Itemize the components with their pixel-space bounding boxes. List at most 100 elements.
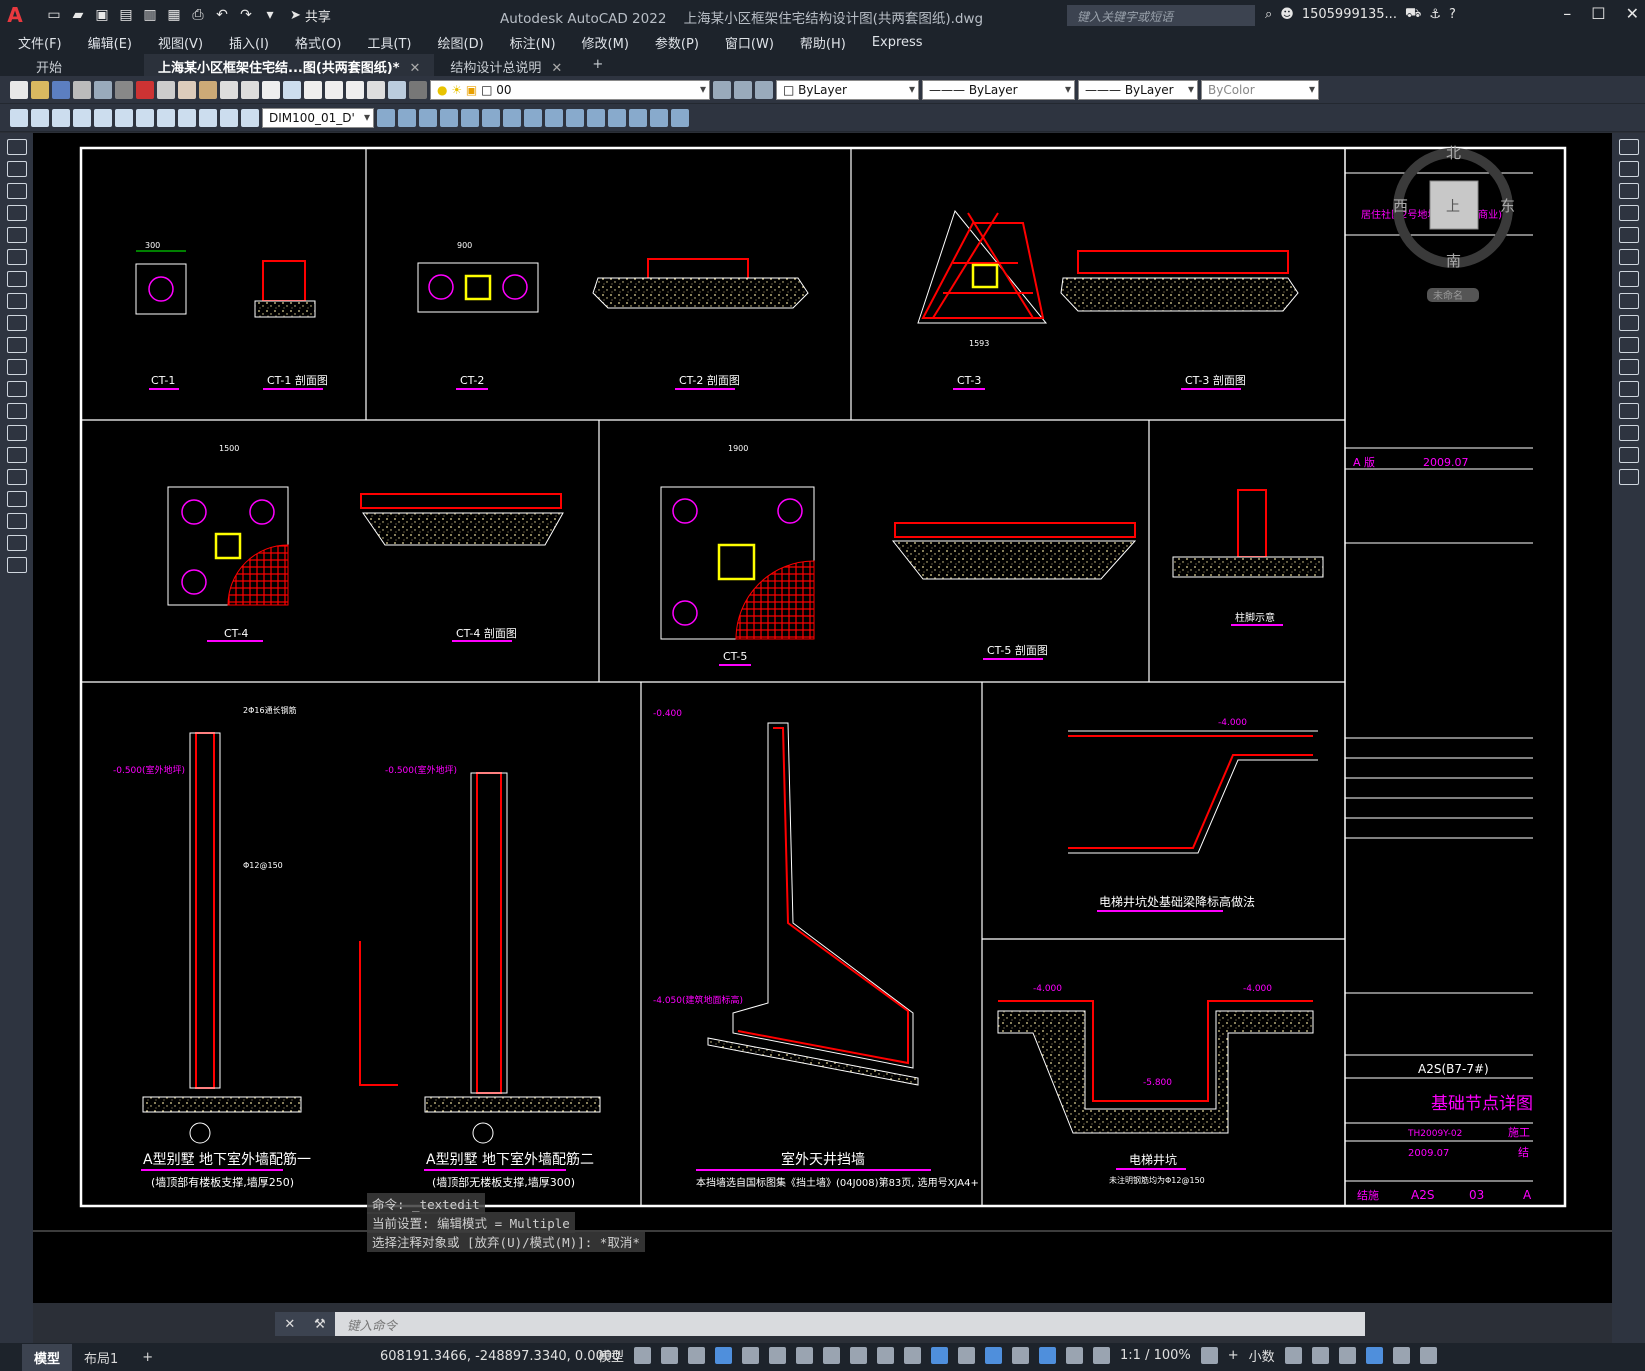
- grid-icon[interactable]: [634, 1347, 652, 1364]
- dim-tolerance-icon[interactable]: [199, 108, 217, 127]
- 3d-osnap-icon[interactable]: [931, 1347, 949, 1364]
- dim-linear-icon[interactable]: [10, 108, 28, 127]
- modify-tool-10-icon[interactable]: [566, 108, 584, 127]
- save-icon[interactable]: [52, 80, 70, 99]
- minimize-icon[interactable]: –: [1563, 4, 1571, 23]
- add-layout-button[interactable]: +: [130, 1346, 165, 1369]
- erase-icon[interactable]: [1618, 139, 1639, 155]
- menu-modify[interactable]: 修改(M): [582, 33, 629, 52]
- linetype-dropdown[interactable]: ——— ByLayer: [922, 79, 1075, 100]
- properties-icon[interactable]: [304, 80, 322, 99]
- cad-drawing[interactable]: 300 CT-1 CT-1 剖面图 900 CT-2 CT-2 剖面图 1593…: [33, 133, 1612, 1303]
- rotate-icon[interactable]: [1618, 271, 1639, 287]
- close-tab-icon[interactable]: ✕: [551, 61, 562, 76]
- menu-parametric[interactable]: 参数(P): [655, 33, 699, 52]
- close-tab-icon[interactable]: ✕: [410, 61, 421, 76]
- scale-dropdown[interactable]: 1:1 / 100%: [1120, 1348, 1191, 1363]
- revcloud-icon[interactable]: [6, 293, 27, 309]
- menu-file[interactable]: 文件(F): [18, 33, 62, 52]
- close-cmd-icon[interactable]: ✕: [284, 1317, 295, 1332]
- explode-icon[interactable]: [1618, 469, 1639, 485]
- copy-icon[interactable]: [157, 80, 175, 99]
- lock-ui-icon[interactable]: [1311, 1347, 1329, 1364]
- line-tool-icon[interactable]: [6, 139, 27, 155]
- search-icon[interactable]: ⌕: [1265, 7, 1272, 22]
- workspace-gear-icon[interactable]: [1200, 1347, 1218, 1364]
- clean-screen-icon[interactable]: [1392, 1347, 1410, 1364]
- quick-properties-icon[interactable]: [1284, 1347, 1302, 1364]
- coordinate-readout[interactable]: 608191.3466, -248897.3340, 0.0000: [380, 1349, 620, 1364]
- tab-structural-notes[interactable]: 结构设计总说明 ✕: [436, 54, 576, 76]
- insert-block-icon[interactable]: [6, 381, 27, 397]
- osnap-tracking-icon[interactable]: [796, 1347, 814, 1364]
- table-icon[interactable]: [6, 513, 27, 529]
- dim-baseline-icon[interactable]: [157, 108, 175, 127]
- menu-express[interactable]: Express: [872, 35, 923, 50]
- gradient-icon[interactable]: [6, 469, 27, 485]
- plus-icon[interactable]: +: [1228, 1348, 1239, 1363]
- customize-icon[interactable]: ▾: [260, 5, 280, 25]
- make-current-icon[interactable]: [713, 80, 731, 99]
- lineweight-dropdown[interactable]: ——— ByLayer: [1078, 79, 1198, 100]
- calculator-icon[interactable]: [367, 80, 385, 99]
- customize-status-icon[interactable]: [1419, 1347, 1437, 1364]
- zoom-icon[interactable]: [283, 80, 301, 99]
- cut-icon[interactable]: [136, 80, 154, 99]
- units-dropdown[interactable]: 小数: [1249, 1346, 1275, 1365]
- paste-icon[interactable]: [178, 80, 196, 99]
- plotstyle-dropdown[interactable]: ByColor: [1201, 79, 1319, 100]
- modify-tool-9-icon[interactable]: [545, 108, 563, 127]
- autocad-logo-icon[interactable]: A: [0, 0, 30, 30]
- menu-insert[interactable]: 插入(I): [229, 33, 269, 52]
- polygon-icon[interactable]: [6, 205, 27, 221]
- modify-tool-12-icon[interactable]: [608, 108, 626, 127]
- share-button[interactable]: ➤ 共享: [290, 6, 331, 25]
- modify-tool-5-icon[interactable]: [461, 108, 479, 127]
- maximize-icon[interactable]: ☐: [1591, 4, 1605, 23]
- layer-states-icon[interactable]: [755, 80, 773, 99]
- undo-icon[interactable]: ↶: [212, 5, 232, 25]
- wrench-icon[interactable]: ⚒: [314, 1317, 326, 1332]
- new-file-icon[interactable]: ▭: [44, 5, 64, 25]
- layer-previous-icon[interactable]: [734, 80, 752, 99]
- menu-edit[interactable]: 编辑(E): [88, 33, 132, 52]
- layer-dropdown[interactable]: ● ☀ ▣ □ 00: [430, 79, 710, 100]
- undo-icon[interactable]: [220, 80, 238, 99]
- polyline-icon[interactable]: [6, 183, 27, 199]
- color-dropdown[interactable]: □ ByLayer: [776, 79, 919, 100]
- lineweight-icon[interactable]: [850, 1347, 868, 1364]
- viewcube-west[interactable]: 西: [1393, 197, 1408, 215]
- redo-icon[interactable]: [241, 80, 259, 99]
- modify-tool-3-icon[interactable]: [419, 108, 437, 127]
- trim-icon[interactable]: [1618, 337, 1639, 353]
- array-icon[interactable]: [1618, 227, 1639, 243]
- chamfer-icon[interactable]: [1618, 425, 1639, 441]
- isolate-objects-icon[interactable]: [1338, 1347, 1356, 1364]
- construction-line-icon[interactable]: [6, 161, 27, 177]
- designcenter-icon[interactable]: [325, 80, 343, 99]
- ellipse-arc-icon[interactable]: [6, 359, 27, 375]
- menu-help[interactable]: 帮助(H): [800, 33, 846, 52]
- modify-tool-11-icon[interactable]: [587, 108, 605, 127]
- infer-icon[interactable]: [688, 1347, 706, 1364]
- open-file-icon[interactable]: ▰: [68, 5, 88, 25]
- transparency-icon[interactable]: [877, 1347, 895, 1364]
- tab-layout1[interactable]: 布局1: [72, 1344, 130, 1371]
- point-icon[interactable]: [6, 425, 27, 441]
- command-input[interactable]: 键入命令: [335, 1315, 1365, 1334]
- modify-tool-1-icon[interactable]: [377, 108, 395, 127]
- region-icon[interactable]: [6, 491, 27, 507]
- toolpalette-icon[interactable]: [346, 80, 364, 99]
- hardware-accel-icon[interactable]: [1365, 1347, 1383, 1364]
- tab-start[interactable]: 开始: [22, 54, 142, 76]
- dim-edit-icon[interactable]: [241, 108, 259, 127]
- help-icon[interactable]: ?: [1449, 7, 1456, 22]
- drawing-canvas[interactable]: 300 CT-1 CT-1 剖面图 900 CT-2 CT-2 剖面图 1593…: [33, 133, 1612, 1303]
- preview-icon[interactable]: [94, 80, 112, 99]
- polar-icon[interactable]: [742, 1347, 760, 1364]
- join-icon[interactable]: [1618, 403, 1639, 419]
- modify-tool-2-icon[interactable]: [398, 108, 416, 127]
- tab-active-drawing[interactable]: 上海某小区框架住宅结...图(共两套图纸)* ✕: [144, 54, 435, 76]
- osnap-icon[interactable]: [823, 1347, 841, 1364]
- modify-tool-4-icon[interactable]: [440, 108, 458, 127]
